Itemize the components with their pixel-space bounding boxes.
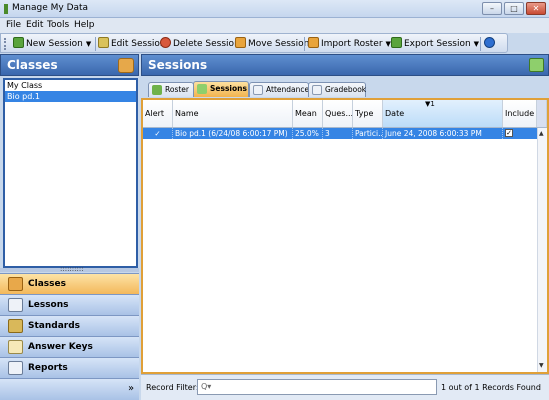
column-questions[interactable]: Ques... — [323, 100, 353, 127]
record-filter-input[interactable]: Q▾ — [197, 379, 437, 395]
sort-indicator: ▼1 — [425, 100, 435, 108]
column-name[interactable]: Name — [173, 100, 293, 127]
chevron-down-icon[interactable]: ▼ — [474, 37, 479, 51]
tab-bar: Roster Sessions Attendance Gradebook — [141, 78, 549, 98]
new-session-icon — [13, 37, 24, 48]
help-icon — [484, 37, 495, 48]
import-roster-button[interactable]: Import Roster ▼ — [308, 37, 391, 51]
nav-classes[interactable]: Classes — [0, 273, 139, 294]
title-bar: Manage My Data – □ ✕ — [0, 0, 549, 18]
tab-sessions[interactable]: Sessions — [193, 81, 249, 97]
menu-file[interactable]: File — [6, 20, 21, 30]
record-filter-bar: Record Filter: Q▾ 1 out of 1 Records Fou… — [141, 374, 549, 400]
tab-gradebook[interactable]: Gradebook — [308, 82, 366, 97]
standards-icon — [8, 319, 23, 333]
nav-lessons[interactable]: Lessons — [0, 294, 139, 315]
delete-session-button[interactable]: Delete Session — [160, 37, 240, 51]
chevron-down-icon[interactable]: ▼ — [86, 37, 91, 51]
sessions-panel-title: Sessions — [148, 58, 208, 72]
column-date[interactable]: Date ▼1 — [383, 100, 503, 127]
questions-cell: 3 — [323, 128, 353, 139]
move-icon — [235, 37, 246, 48]
nav-answer-keys[interactable]: Answer Keys — [0, 336, 139, 357]
expand-icon[interactable]: » — [128, 383, 134, 394]
window-title: Manage My Data — [12, 3, 89, 13]
type-cell: Partici... — [355, 128, 383, 139]
delete-icon — [160, 37, 171, 48]
close-button[interactable]: ✕ — [526, 2, 546, 15]
edit-icon — [98, 37, 109, 48]
sessions-panel-header: Sessions — [141, 54, 549, 76]
grid-view-icon[interactable] — [529, 58, 544, 72]
lessons-icon — [8, 298, 23, 312]
include-cell: ✓ — [503, 128, 541, 139]
export-icon — [391, 37, 402, 48]
classes-panel-title: Classes — [7, 58, 58, 72]
menu-help[interactable]: Help — [74, 20, 95, 30]
move-session-button[interactable]: Move Session — [235, 37, 309, 51]
new-session-button[interactable]: New Session ▼ — [13, 37, 91, 51]
nav-reports[interactable]: Reports — [0, 357, 139, 378]
attendance-icon — [253, 85, 263, 95]
toolbar-grip[interactable] — [4, 38, 6, 50]
include-checkbox[interactable]: ✓ — [505, 129, 513, 137]
vertical-scrollbar[interactable]: ▲ ▼ — [537, 128, 547, 372]
app-icon — [4, 4, 8, 14]
column-alert[interactable]: Alert — [143, 100, 173, 127]
sessions-table: Alert Name Mean Ques... Type Date ▼1 Inc… — [141, 98, 549, 374]
menu-bar: File Edit Tools Help — [0, 18, 549, 33]
class-item-my-class[interactable]: My Class — [5, 80, 136, 91]
roster-icon — [152, 85, 162, 95]
maximize-button[interactable]: □ — [504, 2, 524, 15]
nav-footer: » — [0, 378, 139, 400]
column-type[interactable]: Type — [353, 100, 383, 127]
gradebook-icon — [312, 85, 322, 95]
toolbar-separator — [95, 37, 96, 51]
mean-cell: 25.0% — [293, 128, 323, 139]
table-row[interactable]: ✓ Bio pd.1 (6/24/08 6:00:17 PM) 25.0% 3 … — [143, 128, 541, 139]
record-filter-label: Record Filter: — [146, 383, 199, 392]
record-count: 1 out of 1 Records Found — [441, 383, 541, 392]
help-button[interactable] — [484, 37, 497, 51]
alert-cell: ✓ — [143, 128, 173, 139]
toolbar: New Session ▼ Edit Session Delete Session… — [0, 33, 508, 53]
toolbar-separator — [304, 37, 305, 51]
classes-icon — [8, 277, 23, 291]
name-cell: Bio pd.1 (6/24/08 6:00:17 PM) — [173, 128, 293, 139]
date-cell: June 24, 2008 6:00:33 PM — [383, 128, 503, 139]
class-list: My Class Bio pd.1 — [3, 78, 138, 268]
column-chooser-icon[interactable] — [537, 100, 547, 127]
edit-session-button[interactable]: Edit Session — [98, 37, 166, 51]
class-item-bio-pd1[interactable]: Bio pd.1 — [5, 91, 136, 102]
table-header: Alert Name Mean Ques... Type Date ▼1 Inc… — [143, 100, 547, 128]
nav-standards[interactable]: Standards — [0, 315, 139, 336]
menu-tools[interactable]: Tools — [47, 20, 69, 30]
panel-splitter[interactable]: :::::::::: — [0, 265, 139, 273]
minimize-button[interactable]: – — [482, 2, 502, 15]
export-session-button[interactable]: Export Session ▼ — [391, 37, 479, 51]
toolbar-separator — [480, 37, 481, 51]
scroll-down-icon[interactable]: ▼ — [539, 362, 544, 369]
column-include[interactable]: Include — [503, 100, 537, 127]
people-icon[interactable] — [118, 58, 134, 73]
scroll-up-icon[interactable]: ▲ — [539, 130, 544, 137]
reports-icon — [8, 361, 23, 375]
sessions-icon — [197, 84, 207, 94]
column-mean[interactable]: Mean — [293, 100, 323, 127]
classes-panel-header: Classes — [0, 54, 139, 76]
answer-keys-icon — [8, 340, 23, 354]
import-icon — [308, 37, 319, 48]
tab-attendance[interactable]: Attendance — [249, 82, 309, 97]
menu-edit[interactable]: Edit — [26, 20, 43, 30]
tab-roster[interactable]: Roster — [148, 82, 194, 97]
